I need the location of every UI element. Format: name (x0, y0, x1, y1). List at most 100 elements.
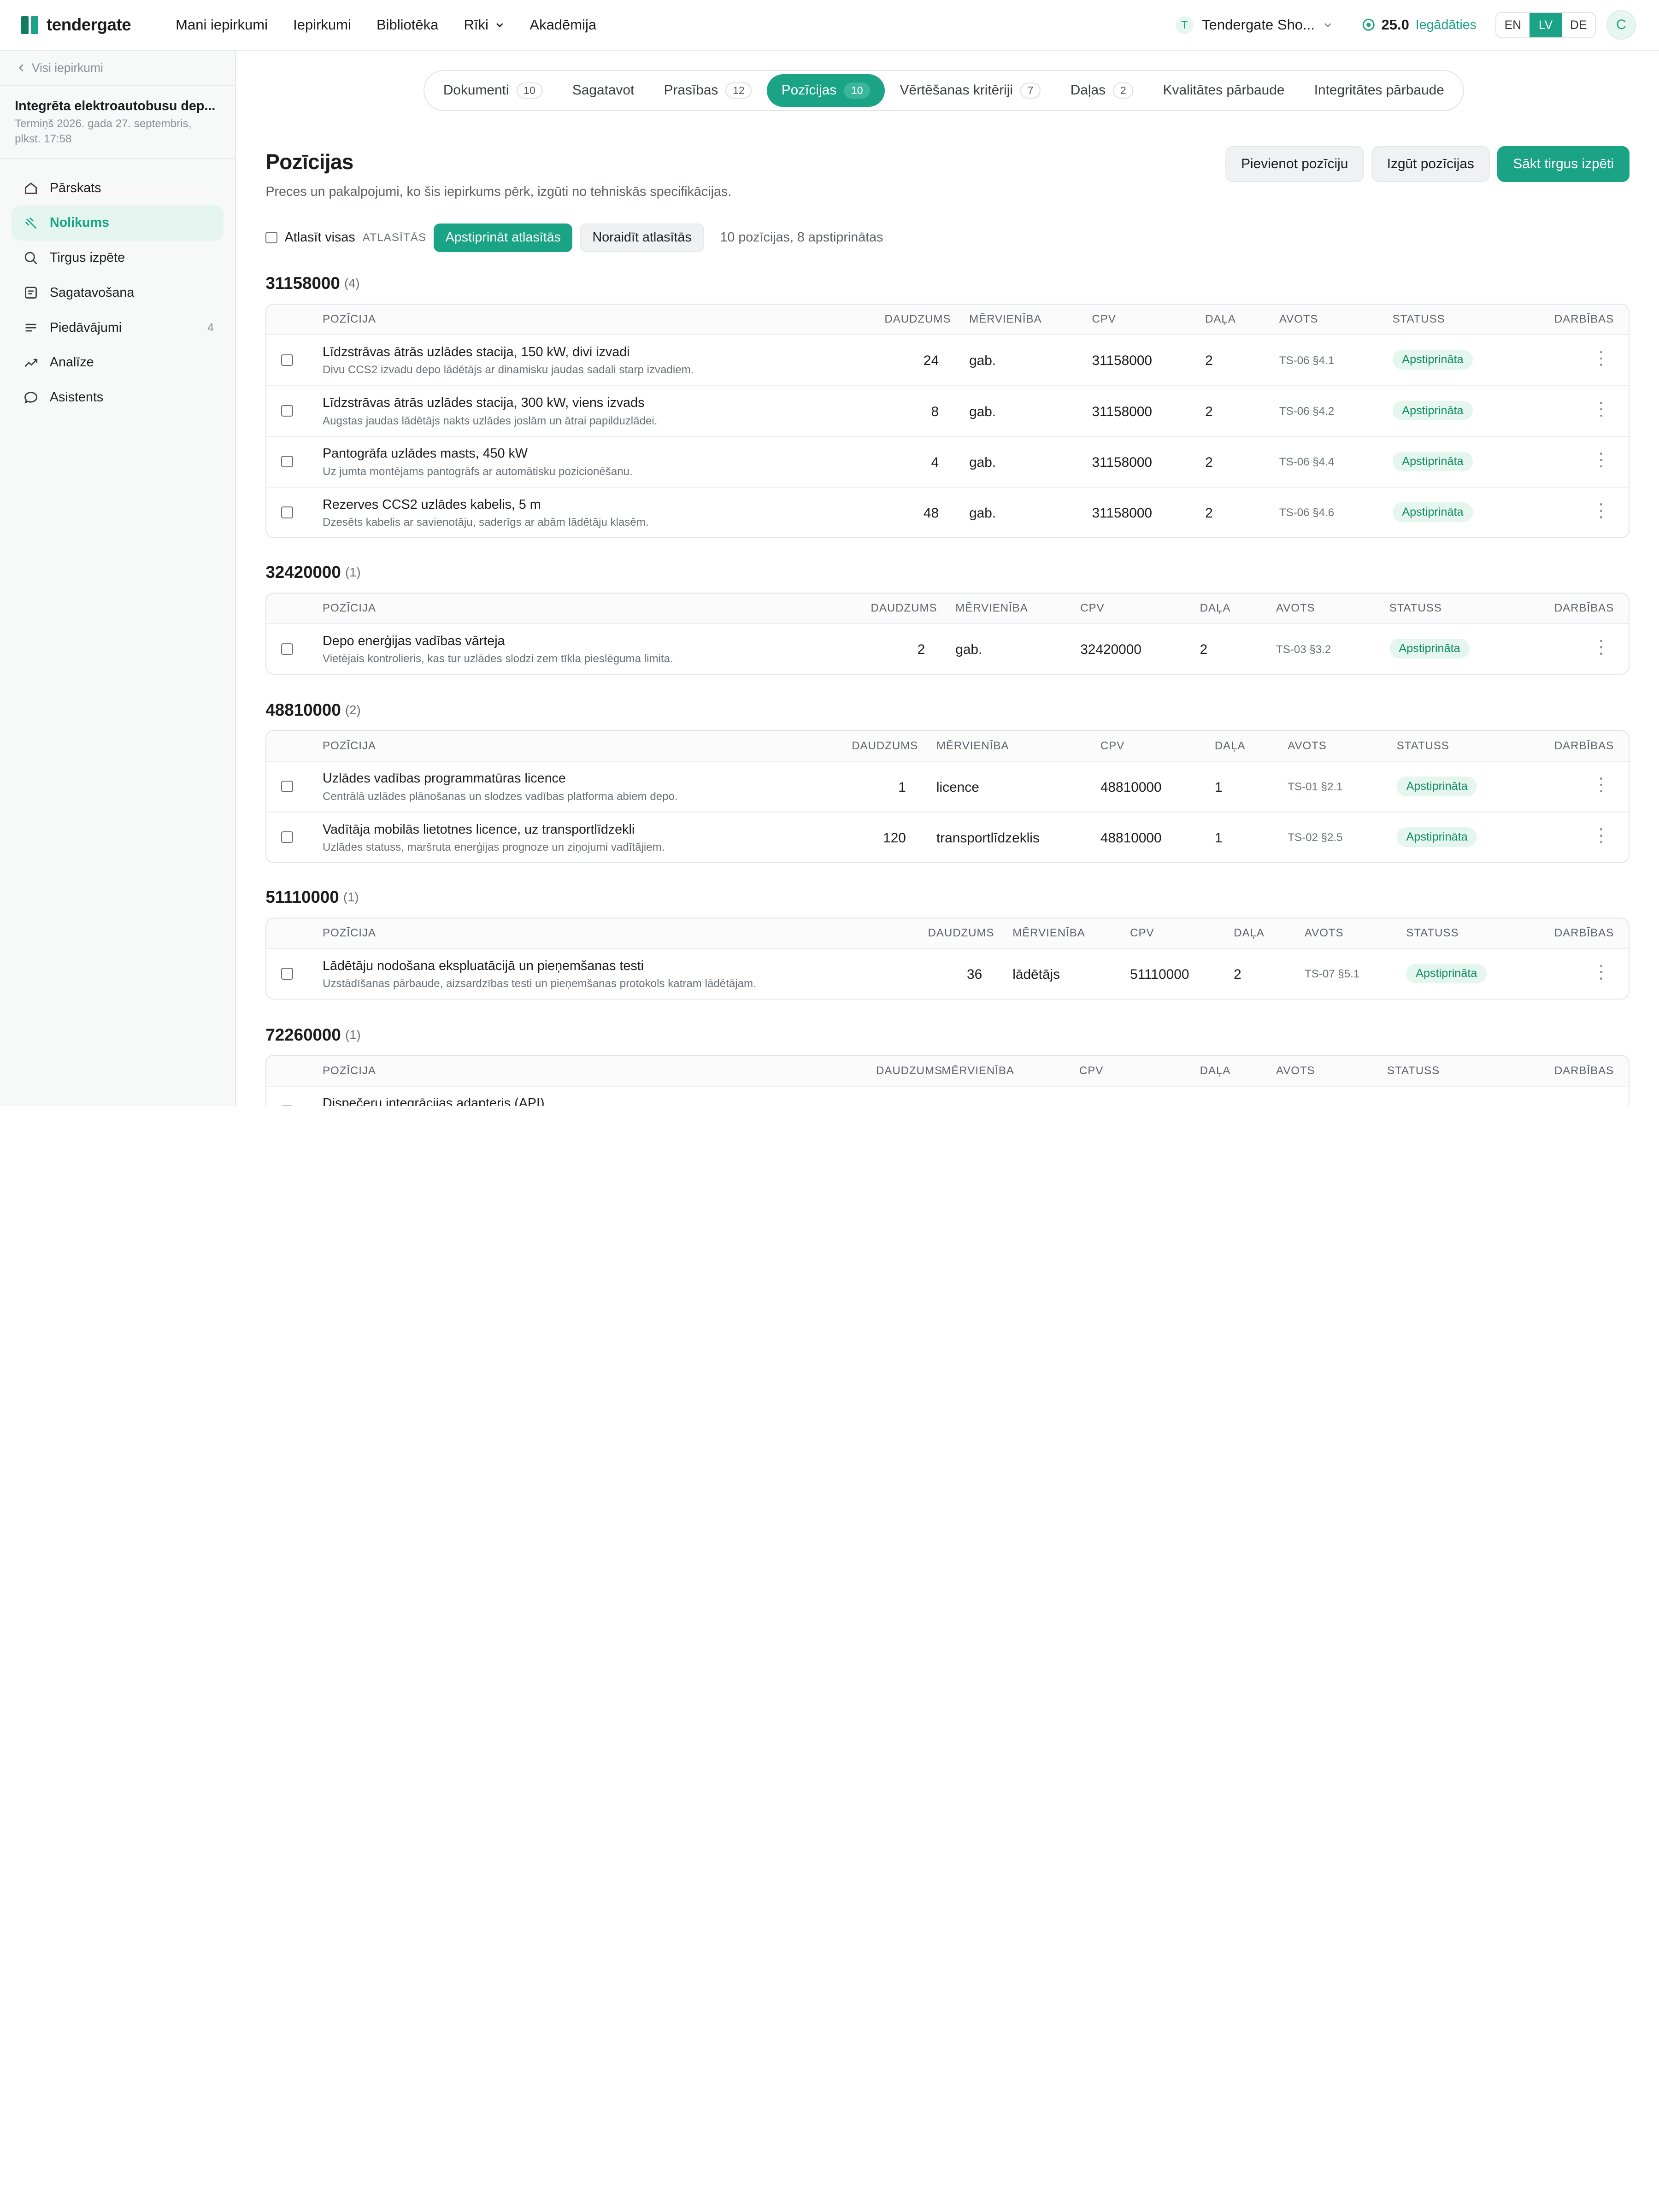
row-checkbox[interactable] (281, 506, 293, 518)
col-source: AVOTS (1276, 602, 1315, 615)
col-position: POZĪCIJA (323, 1064, 376, 1077)
chevron-down-icon (496, 23, 503, 28)
more-actions-icon[interactable] (1599, 401, 1603, 417)
sidebar-item-offers[interactable]: Piedāvājumi 4 (12, 310, 224, 345)
nav-tenders[interactable]: Iepirkumi (281, 17, 364, 33)
page-actions: Pievienot pozīciju Izgūt pozīcijas Sākt … (1225, 146, 1630, 182)
tab-prepare[interactable]: Sagatavot (558, 74, 649, 107)
tab-documents[interactable]: Dokumenti 10 (429, 74, 558, 107)
add-position-button[interactable]: Pievienot pozīciju (1225, 146, 1364, 182)
cpv-group-code: 51110000 (265, 888, 339, 907)
row-checkbox[interactable] (281, 781, 293, 793)
more-actions-icon[interactable] (1599, 351, 1603, 366)
buy-credits-link[interactable]: Iegādāties (1416, 18, 1477, 33)
col-cpv: CPV (1079, 1064, 1104, 1077)
more-actions-icon[interactable] (1599, 640, 1603, 655)
more-actions-icon[interactable] (1599, 503, 1603, 518)
project-title: Integrēta elektroautobusu dep... (15, 98, 216, 113)
position-lot: 2 (1234, 967, 1241, 982)
table-row[interactable]: Depo enerģijas vadības vārteja Vietējais … (266, 623, 1629, 674)
search-icon (24, 251, 38, 265)
more-actions-icon[interactable] (1599, 828, 1603, 843)
reject-selected-button[interactable]: Noraidīt atlasītās (580, 223, 705, 252)
lang-lv-button[interactable]: LV (1529, 12, 1562, 37)
col-position: POZĪCIJA (323, 927, 376, 940)
trend-icon (24, 355, 38, 370)
chevron-down-icon (1324, 23, 1331, 28)
group-header: 48810000 (2) (265, 694, 1630, 726)
nav-tools[interactable]: Rīki (451, 17, 517, 33)
approve-selected-button[interactable]: Apstiprināt atlasītās (434, 223, 573, 252)
select-all-checkbox[interactable] (265, 231, 277, 244)
position-group: 32420000 (1) POZĪCIJA DAUDZUMS MĒRVIENĪBA CPV… (265, 557, 1630, 675)
position-source[interactable]: TS-07 §5.1 (1305, 968, 1359, 981)
sidebar-item-overview[interactable]: Pārskats (12, 171, 224, 206)
table-row[interactable]: Pantogrāfa uzlādes masts, 450 kW Uz jumta… (266, 435, 1629, 487)
position-source[interactable]: TS-06 §4.1 (1279, 354, 1334, 367)
nav-academy[interactable]: Akadēmija (517, 17, 609, 33)
tab-evaluation-criteria[interactable]: Vērtēšanas kritēriji 7 (885, 74, 1055, 107)
position-source[interactable]: TS-03 §3.2 (1276, 643, 1331, 656)
position-description: Centrālā uzlādes plānošanas un slodzes v… (323, 790, 678, 803)
main-menu: Mani iepirkumi Iepirkumi Bibliotēka Rīki… (163, 17, 609, 33)
table-row[interactable]: Rezerves CCS2 uzlādes kabelis, 5 m Dzesēt… (266, 486, 1629, 537)
row-checkbox[interactable] (281, 643, 293, 655)
sidebar-item-analysis[interactable]: Analīze (12, 345, 224, 380)
table-row[interactable]: Lādētāju nodošana ekspluatācijā un pieņe… (266, 948, 1629, 999)
row-checkbox[interactable] (281, 456, 293, 468)
sidebar-item-market-research[interactable]: Tirgus izpēte (12, 241, 224, 276)
table-row[interactable]: Dispečeru integrācijas adapteris (API) (266, 1085, 1629, 1106)
organization-switcher[interactable]: T Tendergate Sho... (1175, 16, 1333, 34)
tab-lots[interactable]: Daļas 2 (1056, 74, 1148, 107)
sidebar-item-preparation[interactable]: Sagatavošana (12, 275, 224, 310)
position-source[interactable]: TS-06 §4.2 (1279, 405, 1334, 418)
page-subtitle: Preces un pakalpojumi, ko šis iepirkums … (265, 184, 732, 199)
back-link[interactable]: Visi iepirkumi (0, 51, 235, 86)
user-avatar[interactable]: C (1606, 10, 1636, 40)
tab-integrity-check[interactable]: Integritātes pārbaude (1300, 74, 1459, 107)
extract-positions-button[interactable]: Izgūt pozīcijas (1371, 146, 1490, 182)
select-all-label[interactable]: Atlasīt visas (285, 230, 355, 245)
position-source[interactable]: TS-06 §4.4 (1279, 456, 1334, 469)
row-checkbox[interactable] (281, 831, 293, 843)
tab-positions[interactable]: Pozīcijas 10 (766, 74, 885, 107)
tab-requirements[interactable]: Prasības 12 (649, 74, 766, 107)
group-count: (4) (344, 276, 360, 291)
more-actions-icon[interactable] (1599, 777, 1603, 793)
table-row[interactable]: Līdzstrāvas ātrās uzlādes stacija, 300 k… (266, 385, 1629, 436)
position-description: Augstas jaudas lādētājs nakts uzlādes jo… (323, 414, 658, 427)
sidebar: Visi iepirkumi Integrēta elektroautobusu… (0, 51, 236, 1106)
sidebar-item-assistant[interactable]: Asistents (12, 380, 224, 415)
col-status: STATUSS (1389, 602, 1442, 615)
nav-label: Mani iepirkumi (176, 17, 268, 33)
row-checkbox[interactable] (281, 968, 293, 980)
more-actions-icon[interactable] (1599, 453, 1603, 468)
logo[interactable]: tendergate (21, 15, 163, 35)
table-row[interactable]: Vadītāja mobilās lietotnes licence, uz t… (266, 811, 1629, 862)
position-source[interactable]: TS-02 §2.5 (1288, 831, 1342, 844)
col-status: STATUSS (1396, 739, 1449, 752)
position-source[interactable]: TS-01 §2.1 (1288, 781, 1342, 794)
table-row[interactable]: Līdzstrāvas ātrās uzlādes stacija, 150 k… (266, 334, 1629, 385)
status-badge: Apstiprināta (1392, 400, 1473, 421)
cpv-group-code: 48810000 (265, 700, 341, 719)
lang-en-button[interactable]: EN (1496, 13, 1529, 37)
row-checkbox[interactable] (281, 405, 293, 417)
table-row[interactable]: Uzlādes vadības programmatūras licence Ce… (266, 760, 1629, 812)
start-market-research-button[interactable]: Sākt tirgus izpēti (1497, 146, 1630, 182)
more-actions-icon[interactable] (1599, 965, 1603, 980)
status-badge: Apstiprināta (1406, 964, 1487, 984)
group-count: (1) (345, 565, 361, 580)
tab-label: Vērtēšanas kritēriji (900, 82, 1013, 98)
position-source[interactable]: TS-06 §4.6 (1279, 506, 1334, 519)
table-header-row: POZĪCIJA DAUDZUMS MĒRVIENĪBA CPV DAĻA AVOTS ST… (266, 593, 1629, 624)
nav-library[interactable]: Bibliotēka (364, 17, 451, 33)
lang-de-button[interactable]: DE (1562, 13, 1595, 37)
selected-caption: ATLASĪTĀS (362, 231, 427, 244)
project-header: Integrēta elektroautobusu dep... Termiņš… (0, 86, 235, 159)
sidebar-item-tender-docs[interactable]: Nolikums (12, 205, 224, 241)
nav-my-tenders[interactable]: Mani iepirkumi (163, 17, 281, 33)
row-checkbox[interactable] (281, 354, 293, 366)
tab-quality-check[interactable]: Kvalitātes pārbaude (1148, 74, 1300, 107)
position-description: Divu CCS2 izvadu depo lādētājs ar dinami… (323, 364, 694, 377)
